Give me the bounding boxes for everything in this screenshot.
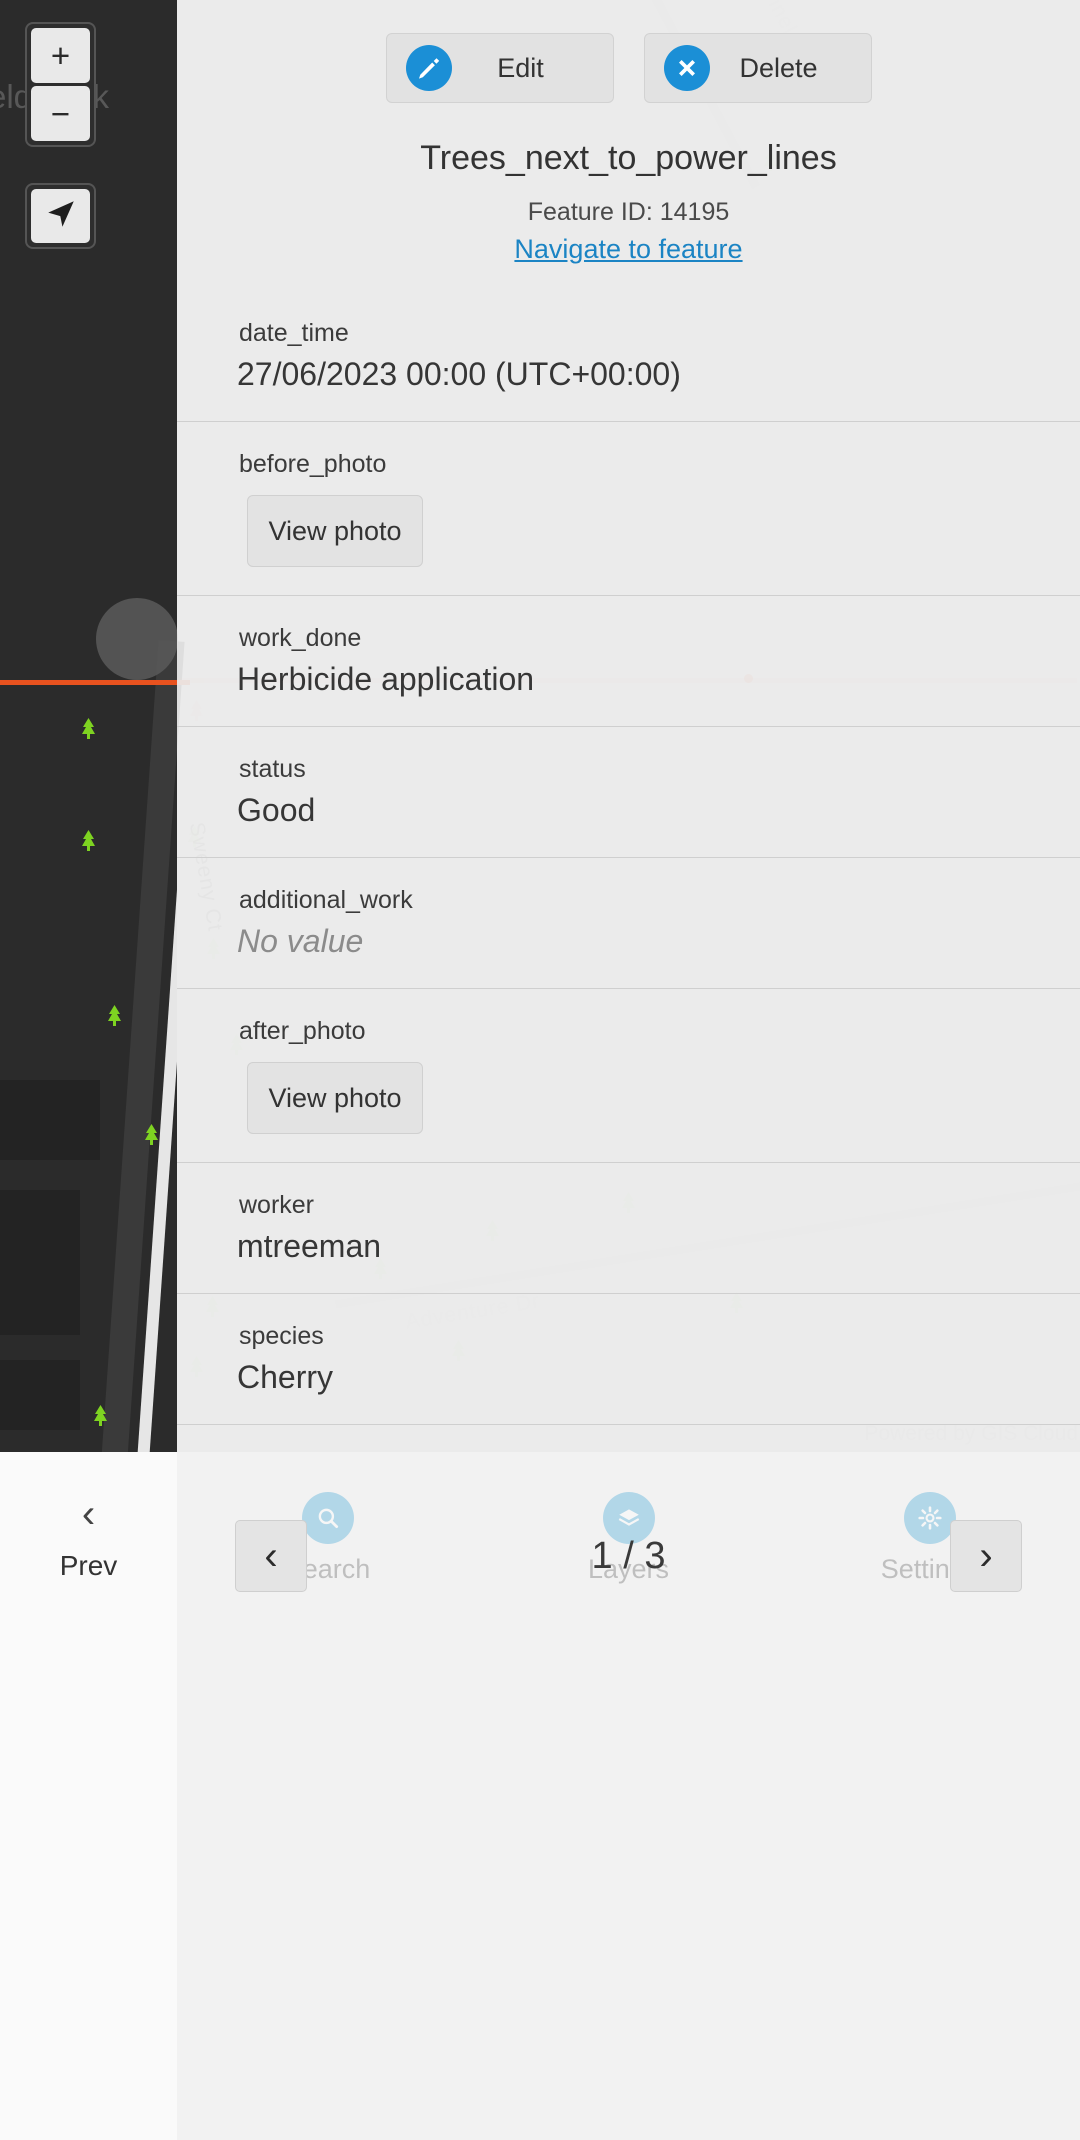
pager-prev-button[interactable]: ‹ <box>235 1520 307 1592</box>
zoom-out-button[interactable]: − <box>31 86 90 141</box>
feature-details-panel: Edit Delete Trees_next_to_power_lines Fe… <box>177 0 1080 1452</box>
navigation-arrow-icon <box>44 197 78 236</box>
field-key: status <box>239 755 306 783</box>
page-title: Trees_next_to_power_lines <box>420 139 837 177</box>
delete-button[interactable]: Delete <box>643 33 872 103</box>
field-row: worker mtreeman <box>177 1162 1080 1293</box>
pager-next-button[interactable]: › <box>949 1520 1022 1592</box>
field-key: work_done <box>239 624 362 652</box>
field-row: after_photo View photo <box>177 988 1080 1134</box>
edit-button[interactable]: Edit <box>385 33 614 103</box>
field-row: species Cherry <box>177 1293 1080 1424</box>
map-powerline <box>0 680 190 685</box>
close-circle-icon <box>663 44 711 92</box>
map-parcel <box>0 1080 100 1160</box>
map-tree-marker <box>143 1124 160 1145</box>
field-key: after_photo <box>239 1017 366 1045</box>
locate-me-button[interactable] <box>31 189 90 243</box>
edit-button-label: Edit <box>497 52 544 83</box>
field-value: Good <box>237 792 316 828</box>
map-tree-marker <box>80 718 97 739</box>
map-parcel <box>0 1360 80 1430</box>
map-locate-control <box>25 183 96 249</box>
navigate-to-feature-link[interactable]: Navigate to feature <box>177 234 1080 265</box>
field-value: Cherry <box>237 1359 334 1395</box>
bottom-bar-right: Search Layers Settings ‹ 1 / 3 › <box>177 1452 1080 2140</box>
field-row: before_photo View photo <box>177 421 1080 567</box>
field-row: date_time 27/06/2023 00:00 (UTC+00:00) <box>177 291 1080 421</box>
chevron-left-icon: ‹ <box>81 1492 96 1536</box>
map-tree-marker <box>106 1005 123 1026</box>
field-key: additional_work <box>239 886 413 914</box>
prev-panel-button[interactable]: ‹ Prev <box>0 1452 177 2140</box>
field-row: lndscp_conYes <box>177 1424 1080 1452</box>
view-photo-button[interactable]: View photo <box>247 1062 423 1134</box>
prev-panel-label: Prev <box>59 1550 118 1581</box>
map-tree-marker <box>92 1405 109 1426</box>
app-root: eld Park Wineleaf Sweeny Ct Adventure Dr <box>0 0 1080 2140</box>
feature-id-text: Feature ID: 14195 <box>527 198 730 226</box>
field-value: mtreeman <box>237 1228 382 1264</box>
field-row: work_done Herbicide application <box>177 595 1080 726</box>
field-row: additional_work No value <box>177 857 1080 988</box>
field-row: status Good <box>177 726 1080 857</box>
map-zoom-control: + − <box>25 22 96 147</box>
pencil-icon <box>405 44 453 92</box>
view-photo-button[interactable]: View photo <box>247 495 423 567</box>
map-tree-marker <box>80 830 97 851</box>
feature-pager: ‹ 1 / 3 › <box>177 1490 1080 1622</box>
field-key: lndscp_con <box>207 1425 1050 1452</box>
zoom-in-button[interactable]: + <box>31 28 90 83</box>
bottom-bar: ‹ Prev Search Layers Settings ‹ 1 / 3 › <box>0 1452 1080 2140</box>
feature-fields-list: date_time 27/06/2023 00:00 (UTC+00:00) bef… <box>177 291 1080 1452</box>
map-road-node <box>96 598 178 680</box>
field-value: Herbicide application <box>237 661 535 697</box>
field-value: No value <box>237 923 364 959</box>
field-key: species <box>239 1322 324 1350</box>
field-key: worker <box>239 1191 315 1219</box>
feature-action-bar: Edit Delete <box>177 0 1080 103</box>
pager-count: 1 / 3 <box>591 1534 666 1577</box>
map-parcel <box>0 1190 80 1335</box>
field-key: before_photo <box>239 450 387 478</box>
delete-button-label: Delete <box>739 52 818 83</box>
field-key: date_time <box>239 319 349 347</box>
field-value: 27/06/2023 00:00 (UTC+00:00) <box>237 356 681 392</box>
